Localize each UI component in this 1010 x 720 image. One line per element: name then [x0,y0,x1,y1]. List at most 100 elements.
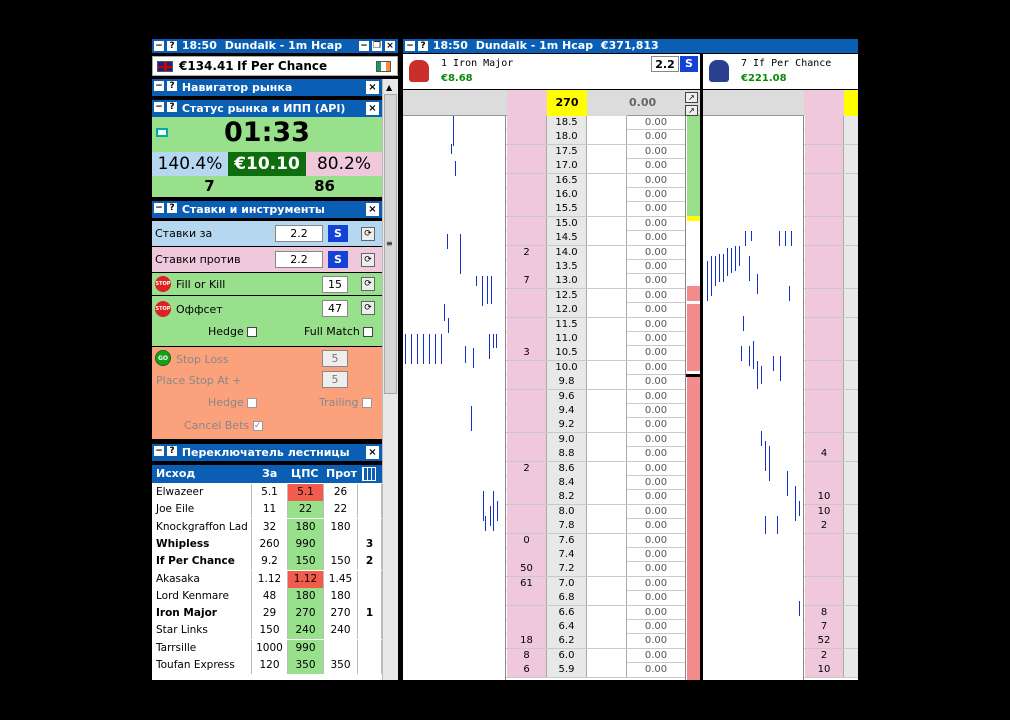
back-volume-cell[interactable] [805,562,844,577]
lay-volume-cell[interactable] [587,375,627,390]
price-cell[interactable]: 14.5 [547,231,587,246]
ladder-row[interactable]: 14.5 0.00 [506,231,685,246]
ladder-row[interactable] [804,245,858,260]
back-volume-cell[interactable] [805,404,844,418]
back-volume-cell[interactable]: 10 [805,490,844,505]
back-volume-cell[interactable]: 18 [507,634,547,649]
back-volume-cell[interactable] [805,476,844,490]
minimize-window-icon[interactable]: − [359,41,369,51]
runner1-ladder[interactable]: 18.5 0.00 18.0 0.00 17.5 0.00 17.0 0.00 16.5 0.00… [403,116,700,680]
ladder-row[interactable] [804,418,858,433]
price-cell[interactable]: 15.5 [547,202,587,217]
runner1-s-button[interactable]: S [680,56,698,72]
chart-icon[interactable]: ↗ [685,92,698,103]
back-volume-cell[interactable] [805,591,844,606]
price-cell[interactable]: 8.6 [547,461,587,476]
lay-volume-cell[interactable] [587,447,627,462]
lay-volume-cell[interactable] [587,317,627,332]
price-cell[interactable] [844,245,858,260]
cancel-bets-checkbox[interactable]: ✓ [252,421,263,431]
lay-stake-input[interactable] [275,251,323,268]
price-cell[interactable] [844,317,858,332]
switcher-row[interactable]: Joe Eile 11 22 22 [152,501,382,519]
lay-volume-cell[interactable] [587,432,627,447]
ladder-row[interactable] [804,260,858,275]
price-cell[interactable]: 17.0 [547,159,587,174]
back-volume-cell[interactable] [507,476,547,490]
ladder-row[interactable]: 17.0 0.00 [506,159,685,174]
help-icon[interactable]: ? [167,203,177,213]
back-volume-cell[interactable] [507,216,547,231]
minimize-icon[interactable]: − [154,41,164,51]
back-volume-cell[interactable] [507,504,547,519]
help-icon[interactable]: ? [167,81,177,91]
ladder-row[interactable] [804,576,858,592]
refresh-icon[interactable]: ⟳ [361,301,375,315]
price-cell[interactable] [844,303,858,318]
ladder-row[interactable]: 6.6 0.00 [506,605,685,620]
price-cell[interactable]: 6.2 [547,634,587,649]
back-volume-cell[interactable] [805,576,844,591]
refresh-icon[interactable]: ⟳ [361,227,375,241]
ladder-row[interactable] [804,130,858,145]
ladder-row[interactable]: 8.0 0.00 [506,504,685,520]
ladder-row[interactable]: 15.5 0.00 [506,202,685,217]
lay-volume-cell[interactable] [587,591,627,606]
stop-icon[interactable]: STOP [155,276,171,292]
price-cell[interactable] [844,490,858,505]
ladder-row[interactable]: 13.5 0.00 [506,260,685,275]
lay-volume-cell[interactable] [587,461,627,476]
price-cell[interactable] [844,404,858,418]
price-cell[interactable] [844,648,858,663]
price-cell[interactable]: 9.8 [547,375,587,390]
switcher-row[interactable]: Lord Kenmare 48 180 180 [152,587,382,605]
back-volume-cell[interactable]: 10 [805,504,844,519]
price-cell[interactable] [844,634,858,649]
hedge-checkbox[interactable] [247,327,258,337]
back-volume-cell[interactable] [805,231,844,246]
ladder-row[interactable]: 52 [804,634,858,649]
back-volume-cell[interactable] [507,173,547,188]
price-cell[interactable]: 9.2 [547,418,587,433]
ladder-row[interactable]: 15.0 0.00 [506,216,685,232]
switcher-row[interactable]: Elwazeer 5.1 5.1 26 [152,484,382,501]
ladder-row[interactable]: 9.8 0.00 [506,375,685,390]
ladder-row[interactable] [804,533,858,548]
price-cell[interactable]: 18.5 [547,116,587,130]
ladder-row[interactable]: 7 [804,620,858,635]
ladder-row[interactable] [804,116,858,131]
ladder-row[interactable]: 7 13.0 0.00 [506,274,685,289]
back-volume-cell[interactable] [805,173,844,188]
back-volume-cell[interactable] [507,432,547,447]
back-volume-cell[interactable] [805,389,844,404]
back-volume-cell[interactable]: 7 [805,620,844,634]
price-cell[interactable]: 12.0 [547,303,587,318]
ladder-row[interactable]: 50 7.2 0.00 [506,562,685,577]
lay-volume-cell[interactable] [587,245,627,260]
back-volume-cell[interactable]: 7 [507,274,547,289]
back-volume-cell[interactable] [507,159,547,174]
back-volume-cell[interactable] [805,375,844,390]
back-volume-cell[interactable] [507,202,547,217]
ladder-row[interactable]: 12.5 0.00 [506,288,685,304]
switcher-row[interactable]: Iron Major 29 270 270 1 [152,605,382,623]
price-cell[interactable] [844,504,858,519]
price-cell[interactable] [844,216,858,231]
ladder-row[interactable]: 6.8 0.00 [506,591,685,606]
lay-volume-cell[interactable] [587,418,627,433]
ladder-row[interactable] [804,404,858,419]
price-cell[interactable] [844,533,858,548]
back-volume-cell[interactable] [805,216,844,231]
lay-volume-cell[interactable] [587,116,627,130]
ladder-row[interactable] [804,548,858,563]
back-volume-cell[interactable] [805,274,844,289]
price-cell[interactable]: 15.0 [547,216,587,231]
price-cell[interactable] [844,389,858,404]
ladder-row[interactable] [804,389,858,404]
ladder-row[interactable]: 2 14.0 0.00 [506,245,685,260]
back-volume-cell[interactable] [507,519,547,534]
ladder-row[interactable]: 10 [804,504,858,520]
price-cell[interactable]: 9.4 [547,404,587,418]
refresh-icon[interactable]: ⟳ [361,277,375,291]
ladder-row[interactable] [804,562,858,577]
